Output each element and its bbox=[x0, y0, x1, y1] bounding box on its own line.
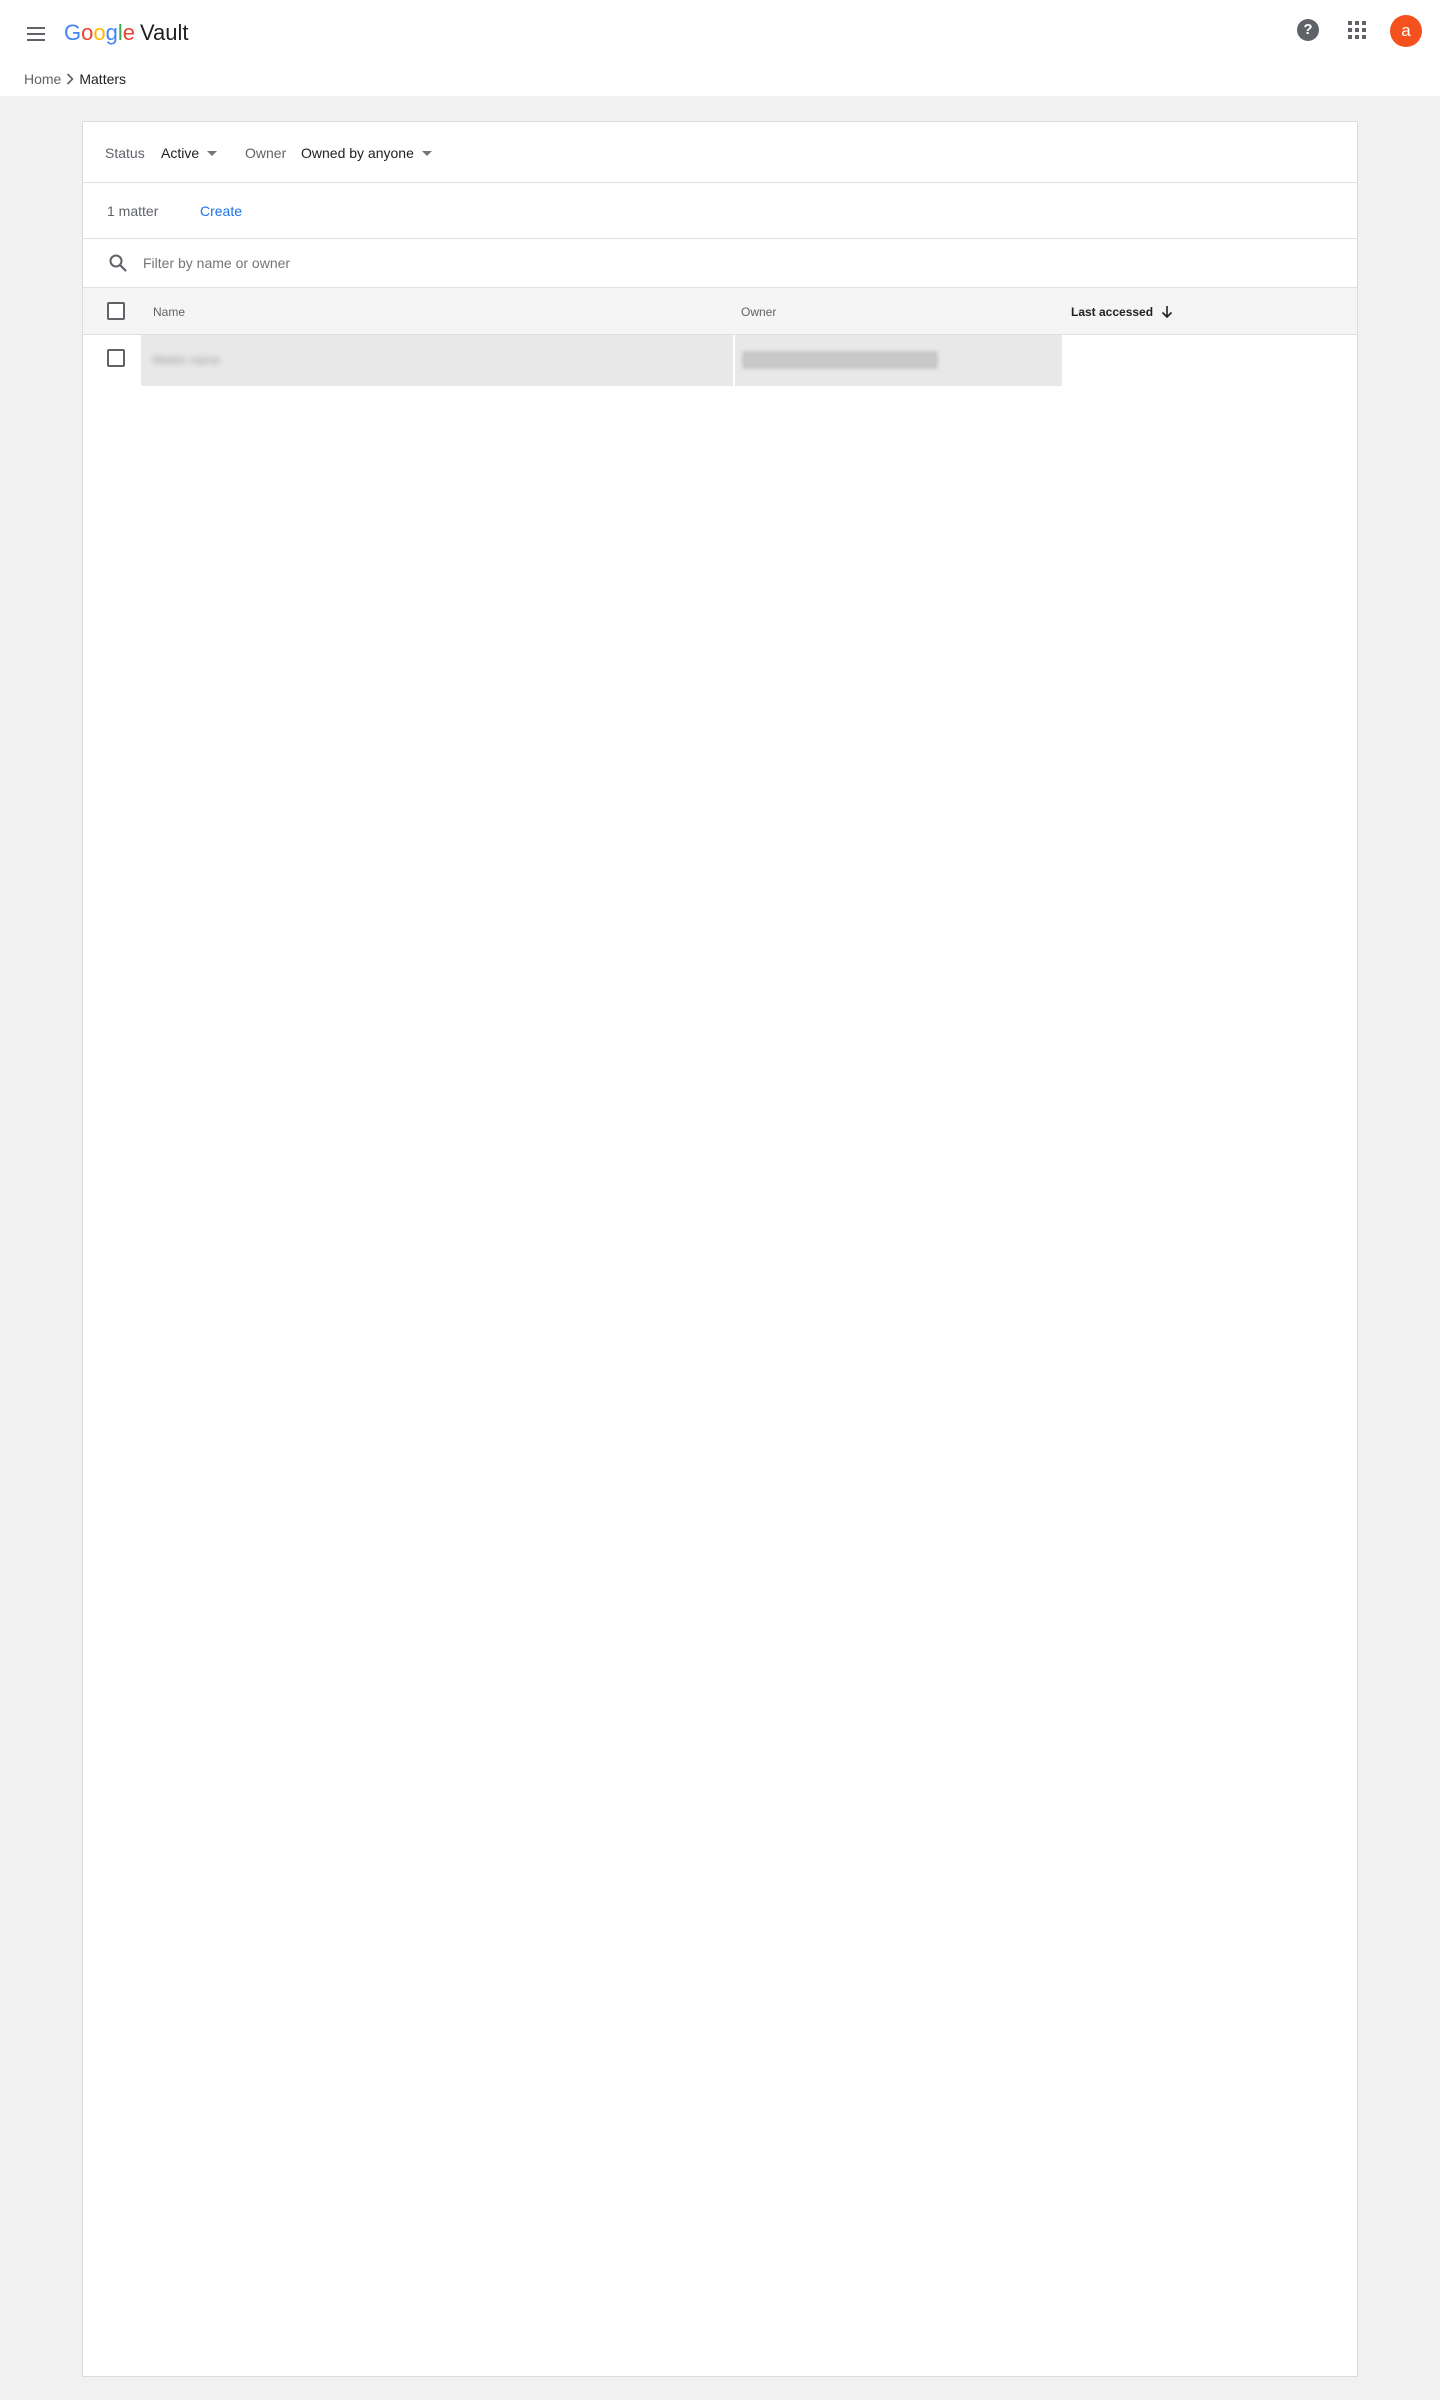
matter-name-cell[interactable]: Matter name bbox=[141, 335, 733, 386]
column-header-last-accessed[interactable]: Last accessed bbox=[1071, 305, 1173, 319]
menu-icon[interactable] bbox=[20, 18, 52, 50]
row-checkbox[interactable] bbox=[107, 349, 125, 367]
chevron-right-icon bbox=[61, 73, 79, 85]
owner-filter-value: Owned by anyone bbox=[301, 145, 414, 161]
matter-owner-cell bbox=[735, 335, 1062, 386]
search-row bbox=[83, 239, 1357, 287]
owner-filter-dropdown[interactable]: Owned by anyone bbox=[301, 145, 432, 161]
help-icon[interactable]: ? bbox=[1297, 19, 1319, 41]
owner-filter-label: Owner bbox=[245, 145, 287, 161]
breadcrumb-current-page: Matters bbox=[79, 71, 127, 87]
status-filter-dropdown[interactable]: Active bbox=[161, 145, 218, 161]
account-avatar[interactable]: a bbox=[1390, 15, 1422, 47]
dropdown-arrow-icon bbox=[421, 150, 432, 156]
search-icon bbox=[109, 254, 127, 272]
matter-count: 1 matter bbox=[107, 203, 159, 219]
matters-panel: Status Active Owner Owned by anyone 1 ma… bbox=[82, 121, 1358, 2377]
action-bar: 1 matter Create bbox=[83, 183, 1357, 239]
matter-owner-redacted bbox=[742, 351, 938, 369]
select-all-checkbox[interactable] bbox=[107, 302, 125, 320]
status-filter-label: Status bbox=[105, 145, 145, 161]
matter-name-redacted: Matter name bbox=[153, 353, 221, 367]
column-header-owner[interactable]: Owner bbox=[741, 305, 776, 319]
table-header: Name Owner Last accessed bbox=[83, 287, 1357, 335]
search-input[interactable] bbox=[143, 248, 1243, 278]
breadcrumb-home-link[interactable]: Home bbox=[24, 70, 61, 88]
apps-grid-icon[interactable] bbox=[1348, 21, 1368, 41]
filter-bar: Status Active Owner Owned by anyone bbox=[83, 122, 1357, 183]
status-filter-value: Active bbox=[161, 145, 200, 161]
breadcrumb: Home Matters bbox=[24, 70, 126, 88]
top-app-bar: Google Vault ? a Home Matters bbox=[0, 0, 1440, 96]
create-button[interactable]: Create bbox=[200, 203, 242, 219]
column-header-last-accessed-label: Last accessed bbox=[1071, 305, 1154, 319]
google-vault-logo[interactable]: Google Vault bbox=[64, 18, 189, 48]
dropdown-arrow-icon bbox=[207, 150, 218, 156]
table-row[interactable]: Matter name bbox=[83, 335, 1357, 387]
column-header-name[interactable]: Name bbox=[153, 305, 185, 319]
arrow-down-icon bbox=[1161, 306, 1173, 319]
